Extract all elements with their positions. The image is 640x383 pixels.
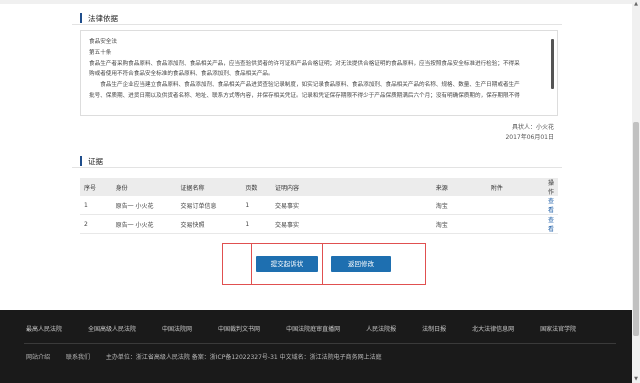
evidence-title: 证据 <box>88 156 103 166</box>
legal-basis-heading: 法律依据 <box>80 12 118 24</box>
table-row: 1 原告一 小火花 交易订单信息 1 交易事实 淘宝 查看 <box>80 196 558 215</box>
col-header: 证据名称 <box>176 178 242 196</box>
divider <box>72 24 562 25</box>
sign-date: 2017年06月01日 <box>505 134 554 141</box>
legal-basis-title: 法律依据 <box>88 13 118 23</box>
footer-link[interactable]: 最高人民法院 <box>26 324 62 333</box>
scroll-thumb[interactable] <box>633 122 639 336</box>
cell-evidence-name: 交易快照 <box>176 214 242 234</box>
back-edit-button[interactable]: 返回修改 <box>331 256 391 272</box>
law-name: 食品安全法 <box>89 39 117 45</box>
cell-proof: 交易事实 <box>271 214 432 234</box>
footer-about-link[interactable]: 网站介绍 <box>26 354 50 361</box>
footer: 最高人民法院 全国高级人民法院 中国法院网 中国裁判文书网 中国法院庭审直播网 … <box>0 310 640 383</box>
footer-link[interactable]: 北大法律信息网 <box>472 324 514 333</box>
law-line: 食品生产企业应当建立食品原料、食品添加剂、食品相关产品进货查验记录制度，如实记录… <box>89 82 520 89</box>
footer-divider <box>24 343 616 344</box>
text-scrollbar[interactable] <box>551 39 554 89</box>
scroll-up-icon[interactable]: ▲ <box>632 0 640 8</box>
footer-contact-link[interactable]: 联系我们 <box>66 354 90 361</box>
col-header: 页数 <box>241 178 272 196</box>
footer-link[interactable]: 中国法院网 <box>162 324 192 333</box>
col-header: 来源 <box>431 178 487 196</box>
evidence-table: 序号 身份 证据名称 页数 证明内容 来源 附件 操作 1 原告一 小火花 交易… <box>80 178 558 234</box>
col-header: 操作 <box>543 178 558 196</box>
footer-link[interactable]: 法制日报 <box>422 324 446 333</box>
footer-link[interactable]: 人民法院报 <box>366 324 396 333</box>
signer: 具状人：小火花 <box>511 124 554 131</box>
cell-attachment <box>486 214 544 234</box>
table-row: 2 原告一 小火花 交易快照 1 交易事实 淘宝 查看 <box>80 214 558 234</box>
col-header: 序号 <box>80 178 112 196</box>
table-header-row: 序号 身份 证据名称 页数 证明内容 来源 附件 操作 <box>80 178 558 196</box>
cell-source: 淘宝 <box>431 214 487 234</box>
col-header: 证明内容 <box>271 178 432 196</box>
cell-pages: 1 <box>241 214 272 234</box>
footer-links: 最高人民法院 全国高级人民法院 中国法院网 中国裁判文书网 中国法院庭审直播网 … <box>26 324 602 333</box>
footer-info: 网站介绍 联系我们 主办单位：浙江省高级人民法院 备案：浙ICP备1202232… <box>26 352 396 361</box>
submit-complaint-button[interactable]: 提交起诉状 <box>256 256 318 272</box>
scroll-down-icon[interactable]: ▼ <box>632 375 640 383</box>
divider <box>72 167 562 168</box>
law-line: 批号、保质期、进货日期以及供货者名称、地址、联系方式等内容，并保存相关凭证。记录… <box>89 92 520 99</box>
page-scrollbar[interactable]: ▲ ▼ <box>632 0 640 383</box>
view-link[interactable]: 查看 <box>548 198 554 214</box>
law-article: 第五十条 <box>89 49 112 56</box>
cell-pages: 1 <box>241 196 272 215</box>
cell-proof: 交易事实 <box>271 196 432 215</box>
view-link[interactable]: 查看 <box>548 217 554 233</box>
cell-attachment <box>486 196 544 215</box>
footer-link[interactable]: 全国高级人民法院 <box>88 324 136 333</box>
footer-host-info: 主办单位：浙江省高级人民法院 备案：浙ICP备12022327号-31 中文域名… <box>105 354 382 361</box>
footer-link[interactable]: 国家法官学院 <box>540 324 576 333</box>
law-line: 食品生产者采购食品原料、食品添加剂、食品相关产品，应当查验供货者的许可证和产品合… <box>89 60 520 67</box>
footer-link[interactable]: 中国裁判文书网 <box>218 324 260 333</box>
cell-evidence-name: 交易订单信息 <box>176 196 242 215</box>
heading-bar <box>80 13 82 23</box>
cell-identity: 原告一 小火花 <box>111 214 177 234</box>
cell-index: 1 <box>80 196 112 215</box>
legal-text-box[interactable]: 食品安全法 第五十条 食品生产者采购食品原料、食品添加剂、食品相关产品，应当查验… <box>80 30 558 116</box>
evidence-heading: 证据 <box>80 155 103 167</box>
col-header: 附件 <box>486 178 544 196</box>
heading-bar <box>80 156 82 166</box>
cell-index: 2 <box>80 214 112 234</box>
cell-source: 淘宝 <box>431 196 487 215</box>
col-header: 身份 <box>111 178 177 196</box>
footer-link[interactable]: 中国法院庭审直播网 <box>286 324 340 333</box>
law-line: 购或者使用不符合食品安全标准的食品原料、食品添加剂、食品相关产品。 <box>89 71 274 78</box>
cell-identity: 原告一 小火花 <box>111 196 177 215</box>
